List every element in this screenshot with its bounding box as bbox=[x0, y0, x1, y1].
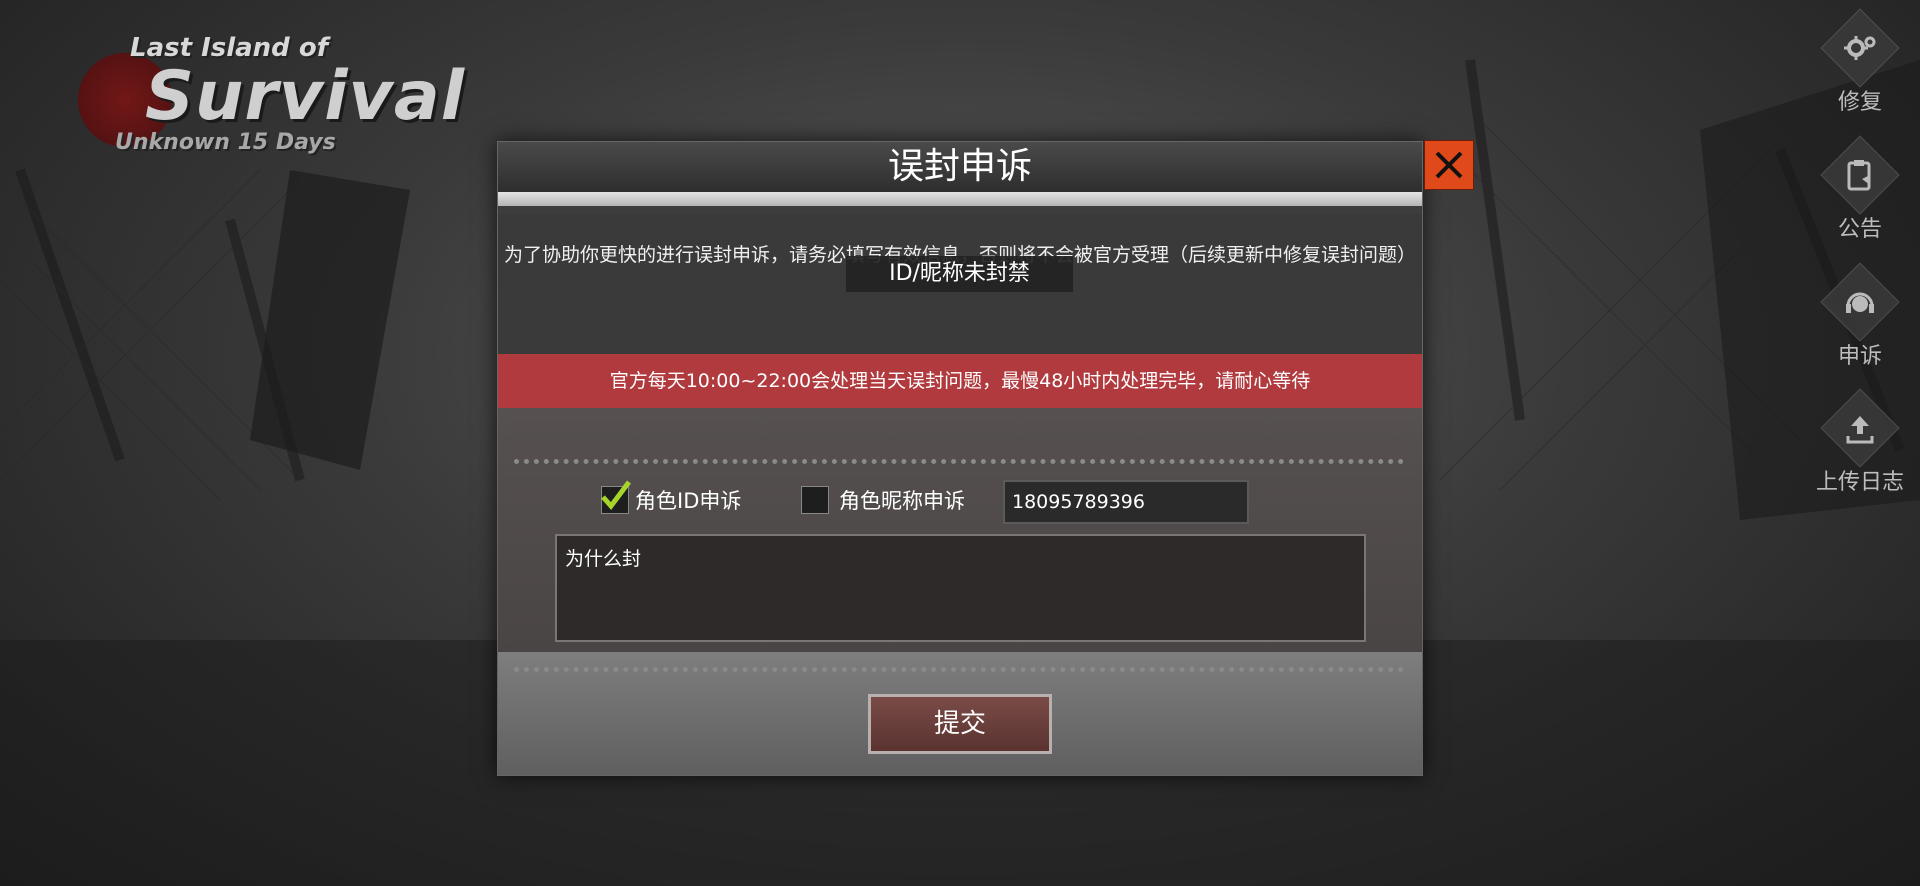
side-menu: 修复 公告 申诉 上传日志 bbox=[1760, 0, 1920, 886]
toast-message: ID/昵称未封禁 bbox=[846, 256, 1073, 292]
side-item-label: 修复 bbox=[1837, 90, 1882, 115]
dotted-divider bbox=[514, 667, 1404, 672]
checkbox-nickname[interactable] bbox=[801, 486, 829, 514]
reason-textarea[interactable]: 为什么封 bbox=[555, 534, 1366, 642]
form-area: 角色ID申诉 角色昵称申诉 18095789396 为什么封 bbox=[498, 408, 1422, 652]
side-item-upload-log[interactable]: 上传日志 bbox=[1800, 388, 1920, 496]
game-logo: Last Island of Survival Unknown 15 Days bbox=[70, 25, 464, 165]
side-item-repair[interactable]: 修复 bbox=[1800, 8, 1920, 116]
gear-icon bbox=[1844, 36, 1876, 60]
option-nickname-label: 角色昵称申诉 bbox=[839, 489, 965, 513]
close-icon bbox=[1435, 151, 1463, 179]
announcement-icon bbox=[1847, 160, 1871, 191]
option-role-id[interactable]: 角色ID申诉 bbox=[601, 478, 741, 522]
option-nickname[interactable]: 角色昵称申诉 bbox=[801, 478, 965, 522]
support-headset-icon bbox=[1846, 292, 1874, 313]
checkmark-icon bbox=[601, 480, 631, 510]
close-button[interactable] bbox=[1424, 140, 1474, 190]
title-divider bbox=[498, 192, 1422, 206]
submit-button[interactable]: 提交 bbox=[868, 694, 1052, 754]
dialog-footer: 提交 bbox=[498, 652, 1422, 775]
appeal-dialog: 误封申诉 为了协助你更快的进行误封申诉，请务必填写有效信息，否则将不会被官方受理… bbox=[497, 140, 1474, 776]
side-item-label: 公告 bbox=[1837, 217, 1882, 242]
side-item-appeal[interactable]: 申诉 bbox=[1800, 262, 1920, 370]
logo-line-2: Survival bbox=[145, 57, 466, 136]
warning-bar: 官方每天10:00~22:00会处理当天误封问题，最慢48小时内处理完毕，请耐心… bbox=[498, 354, 1422, 408]
side-item-announcement[interactable]: 公告 bbox=[1800, 135, 1920, 243]
side-item-label: 上传日志 bbox=[1815, 470, 1904, 495]
side-item-label: 申诉 bbox=[1837, 344, 1882, 369]
option-role-id-label: 角色ID申诉 bbox=[635, 489, 742, 513]
dotted-divider bbox=[514, 459, 1404, 464]
dialog-title: 误封申诉 bbox=[887, 146, 1032, 187]
checkbox-role-id[interactable] bbox=[601, 480, 631, 514]
dialog-title-bar: 误封申诉 bbox=[498, 142, 1422, 192]
upload-icon bbox=[1846, 416, 1874, 444]
logo-line-3: Unknown 15 Days bbox=[115, 130, 336, 155]
role-id-input[interactable]: 18095789396 bbox=[1003, 480, 1249, 524]
